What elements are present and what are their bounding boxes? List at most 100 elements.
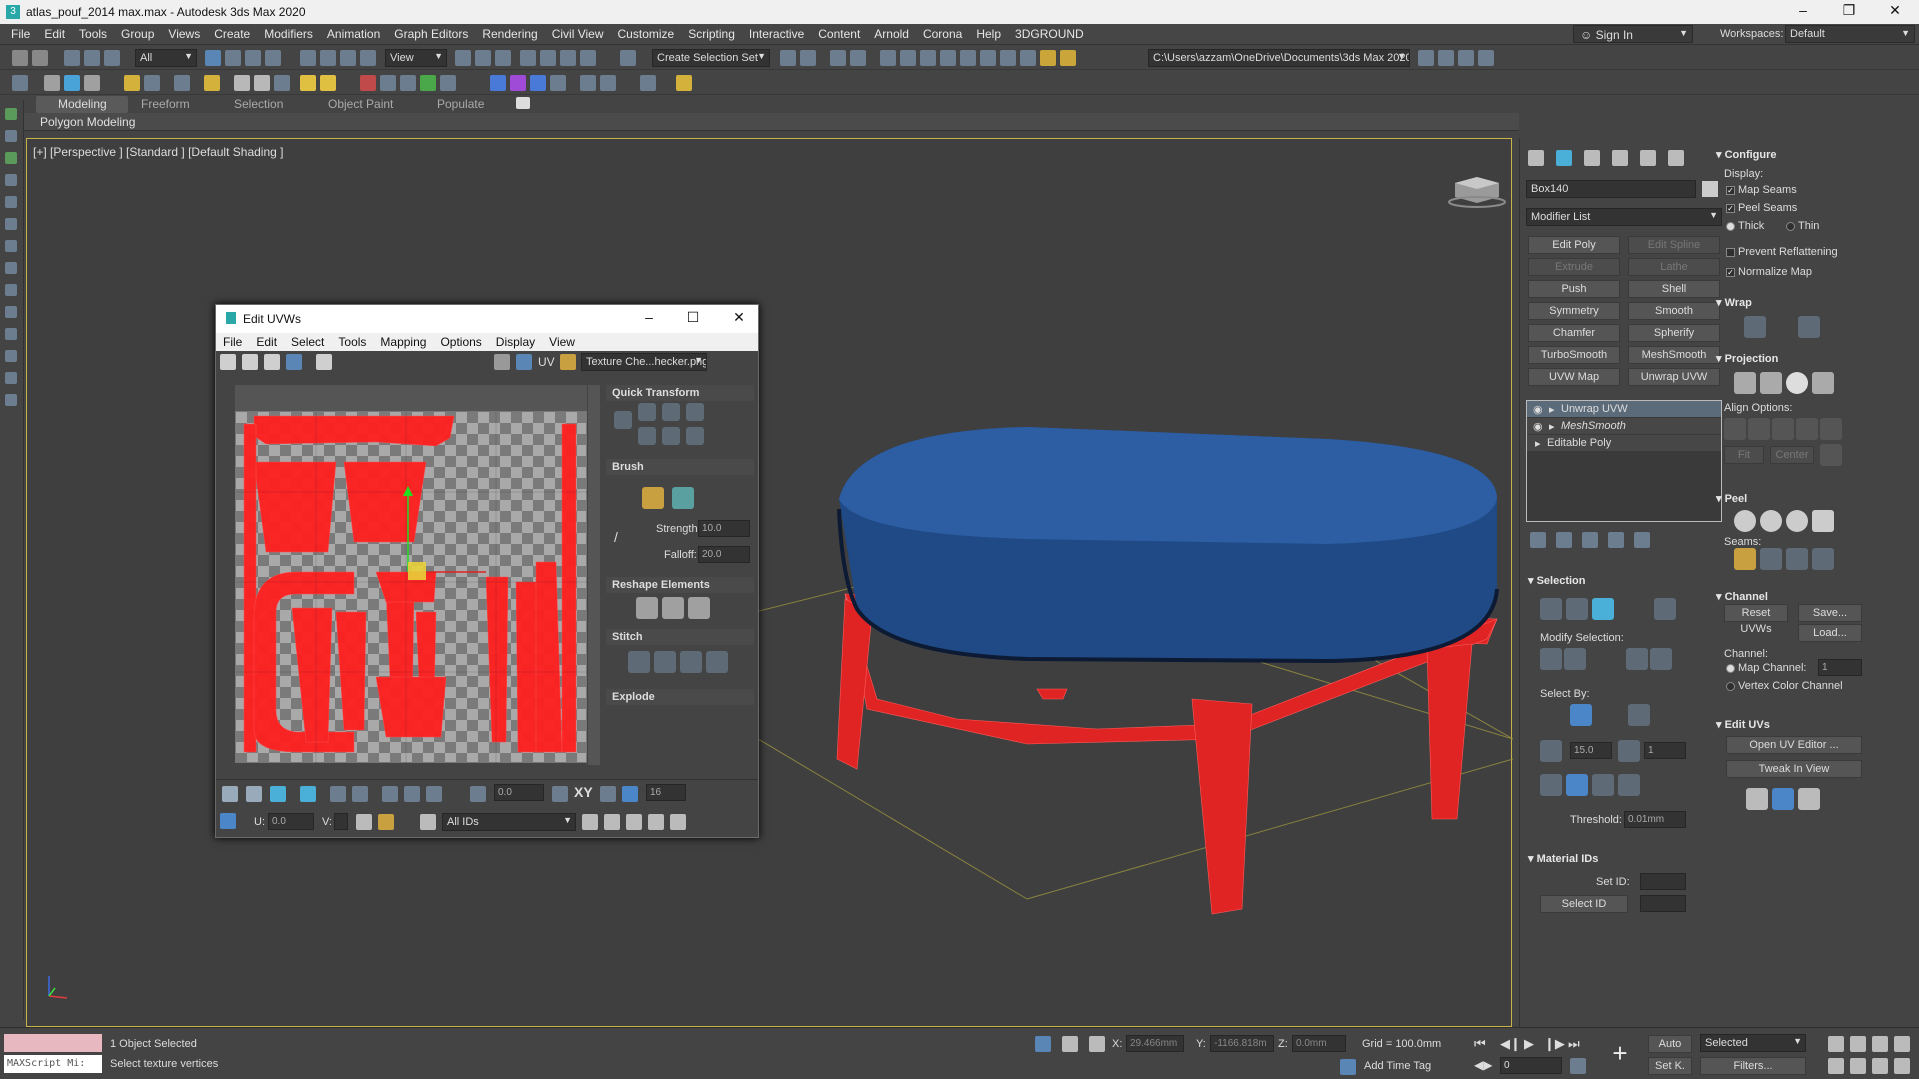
- hierarchy-panel-tab-icon[interactable]: [1584, 150, 1600, 166]
- sign-in-dropdown[interactable]: ☺ Sign In ▼: [1573, 25, 1693, 43]
- align-icon[interactable]: [800, 50, 816, 66]
- shrink-selection-icon[interactable]: [352, 786, 368, 802]
- smoothing-spinner[interactable]: 1: [1644, 742, 1686, 759]
- render-setup-icon[interactable]: [960, 50, 976, 66]
- grid-size-spinner[interactable]: 16: [646, 784, 686, 801]
- modify-panel-tab-icon[interactable]: [1556, 150, 1572, 166]
- stack-item-meshsmooth[interactable]: ◉ ▸ MeshSmooth: [1527, 418, 1721, 434]
- align-center-icon[interactable]: [614, 411, 632, 429]
- maxscript-listener-pink[interactable]: [4, 1034, 102, 1052]
- select-id-button[interactable]: Select ID: [1540, 895, 1628, 913]
- reset-uvws-button[interactable]: Reset UVWs: [1724, 604, 1788, 635]
- uv-checker-icon[interactable]: [516, 354, 532, 370]
- set-key-button[interactable]: Set K.: [1648, 1057, 1692, 1075]
- edit-uvs-header[interactable]: ▾ Edit UVs: [1716, 718, 1770, 731]
- prevent-reflattening-checkbox[interactable]: [1726, 248, 1735, 257]
- rotate-cw-icon[interactable]: [686, 427, 704, 445]
- material-ids-header[interactable]: ▾ Material IDs: [1528, 852, 1598, 865]
- edge-mode-icon[interactable]: [246, 786, 262, 802]
- menu-item-group[interactable]: Group: [114, 24, 161, 41]
- display-panel-tab-icon[interactable]: [1640, 150, 1656, 166]
- save-project-icon[interactable]: [1438, 50, 1454, 66]
- vertex-select-icon[interactable]: [1540, 598, 1562, 620]
- stack-item-editable-poly[interactable]: ▸ Editable Poly: [1527, 435, 1721, 451]
- spline-mapping-icon[interactable]: [1744, 316, 1766, 338]
- named-selection-set-dropdown[interactable]: Create Selection Set ▼: [652, 49, 770, 67]
- menu-item-rendering[interactable]: Rendering: [475, 24, 544, 41]
- u-spinner[interactable]: 0.0: [268, 813, 314, 830]
- time-configuration-icon[interactable]: [1570, 1058, 1586, 1074]
- set-id-spinner[interactable]: [1640, 873, 1686, 890]
- map-channel-spinner[interactable]: 1: [1818, 659, 1862, 676]
- grid-snap-icon[interactable]: [622, 786, 638, 802]
- z-axis-icon[interactable]: [1618, 774, 1640, 796]
- ribbon-tab-freeform[interactable]: Freeform: [141, 97, 190, 111]
- modifier-button-chamfer[interactable]: Chamfer: [1528, 324, 1620, 342]
- stitch-source-icon[interactable]: [706, 651, 728, 673]
- menu-item-tools[interactable]: Tools: [72, 24, 114, 41]
- selection-header[interactable]: ▾ Selection: [1528, 574, 1585, 587]
- strip-scene-icon[interactable]: [5, 152, 17, 164]
- keyboard-shortcut-override-icon[interactable]: [495, 50, 511, 66]
- modifier-button-uvw-map[interactable]: UVW Map: [1528, 368, 1620, 386]
- shrink-icon[interactable]: [1564, 648, 1586, 670]
- menu-item-customize[interactable]: Customize: [611, 24, 682, 41]
- modifier-button-meshsmooth[interactable]: MeshSmooth: [1628, 346, 1720, 364]
- menu-item-interactive[interactable]: Interactive: [742, 24, 811, 41]
- window-crossing-icon[interactable]: [265, 50, 281, 66]
- menu-item-help[interactable]: Help: [969, 24, 1008, 41]
- space-vertical-icon[interactable]: [662, 427, 680, 445]
- soft-selection-icon[interactable]: [470, 786, 486, 802]
- select-id-spinner[interactable]: [1640, 895, 1686, 912]
- curve-editor-icon[interactable]: [900, 50, 916, 66]
- edit-uvws-title-bar[interactable]: Edit UVWs – ☐ ✕: [216, 305, 758, 333]
- loop-icon[interactable]: [382, 786, 398, 802]
- freeze-icon[interactable]: [420, 814, 436, 830]
- threshold-spinner[interactable]: 0.01mm: [1624, 811, 1686, 828]
- minimize-button[interactable]: –: [1790, 2, 1816, 22]
- uv-tool-2-icon[interactable]: [1772, 788, 1794, 810]
- brush-header[interactable]: Brush: [606, 459, 754, 475]
- pin-peel-icon[interactable]: [1812, 510, 1834, 532]
- y-coordinate-field[interactable]: -1166.818m: [1210, 1035, 1274, 1052]
- straighten-icon[interactable]: [636, 597, 658, 619]
- current-frame-field[interactable]: 0: [1500, 1057, 1562, 1074]
- relax-icon[interactable]: [662, 597, 684, 619]
- vertex-color-channel-radio[interactable]: [1726, 682, 1735, 691]
- strip-xref-icon[interactable]: [5, 394, 17, 406]
- go-to-start-icon[interactable]: ⏮: [1474, 1036, 1486, 1052]
- rotate-90-icon[interactable]: [600, 786, 616, 802]
- render-iterative-icon[interactable]: [1020, 50, 1036, 66]
- orbit-icon[interactable]: [1872, 1058, 1888, 1074]
- modifier-button-push[interactable]: Push: [1528, 280, 1620, 298]
- menu-item-civil-view[interactable]: Civil View: [545, 24, 611, 41]
- menu-item-content[interactable]: Content: [811, 24, 867, 41]
- paint-move-icon[interactable]: [642, 487, 664, 509]
- strip-helper-icon[interactable]: [5, 306, 17, 318]
- uv-rotate-icon[interactable]: [242, 354, 258, 370]
- align-to-view-icon[interactable]: [1820, 418, 1842, 440]
- torus-icon[interactable]: [254, 75, 270, 91]
- light-icon[interactable]: [124, 75, 140, 91]
- uv-scale-icon[interactable]: [264, 354, 280, 370]
- zoom-all-icon[interactable]: [1850, 1036, 1866, 1052]
- xy-toggle[interactable]: XY: [574, 784, 593, 800]
- open-project-icon[interactable]: [1458, 50, 1474, 66]
- particle-icon[interactable]: [360, 75, 376, 91]
- go-to-end-icon[interactable]: ⏭: [1568, 1036, 1580, 1052]
- zoom-viewport-icon[interactable]: [1828, 1036, 1844, 1052]
- expand-arrow-icon[interactable]: ▸: [1535, 437, 1541, 450]
- edit-named-selection-icon[interactable]: [620, 50, 636, 66]
- relax-by-face-icon[interactable]: [688, 597, 710, 619]
- sphere-icon[interactable]: [204, 75, 220, 91]
- maximize-viewport-icon[interactable]: [1894, 1058, 1910, 1074]
- peel-seams-checkbox[interactable]: ✓: [1726, 204, 1735, 213]
- uvw-close-button[interactable]: ✕: [726, 309, 752, 329]
- space-warp-icon[interactable]: [400, 75, 416, 91]
- paint-select-icon[interactable]: [426, 786, 442, 802]
- strip-filter-icon[interactable]: [5, 196, 17, 208]
- strip-bone-icon[interactable]: [5, 372, 17, 384]
- key-mode-icon[interactable]: ◀▶: [1474, 1058, 1492, 1072]
- ribbon-options-icon[interactable]: [516, 97, 530, 109]
- helper-icon[interactable]: [174, 75, 190, 91]
